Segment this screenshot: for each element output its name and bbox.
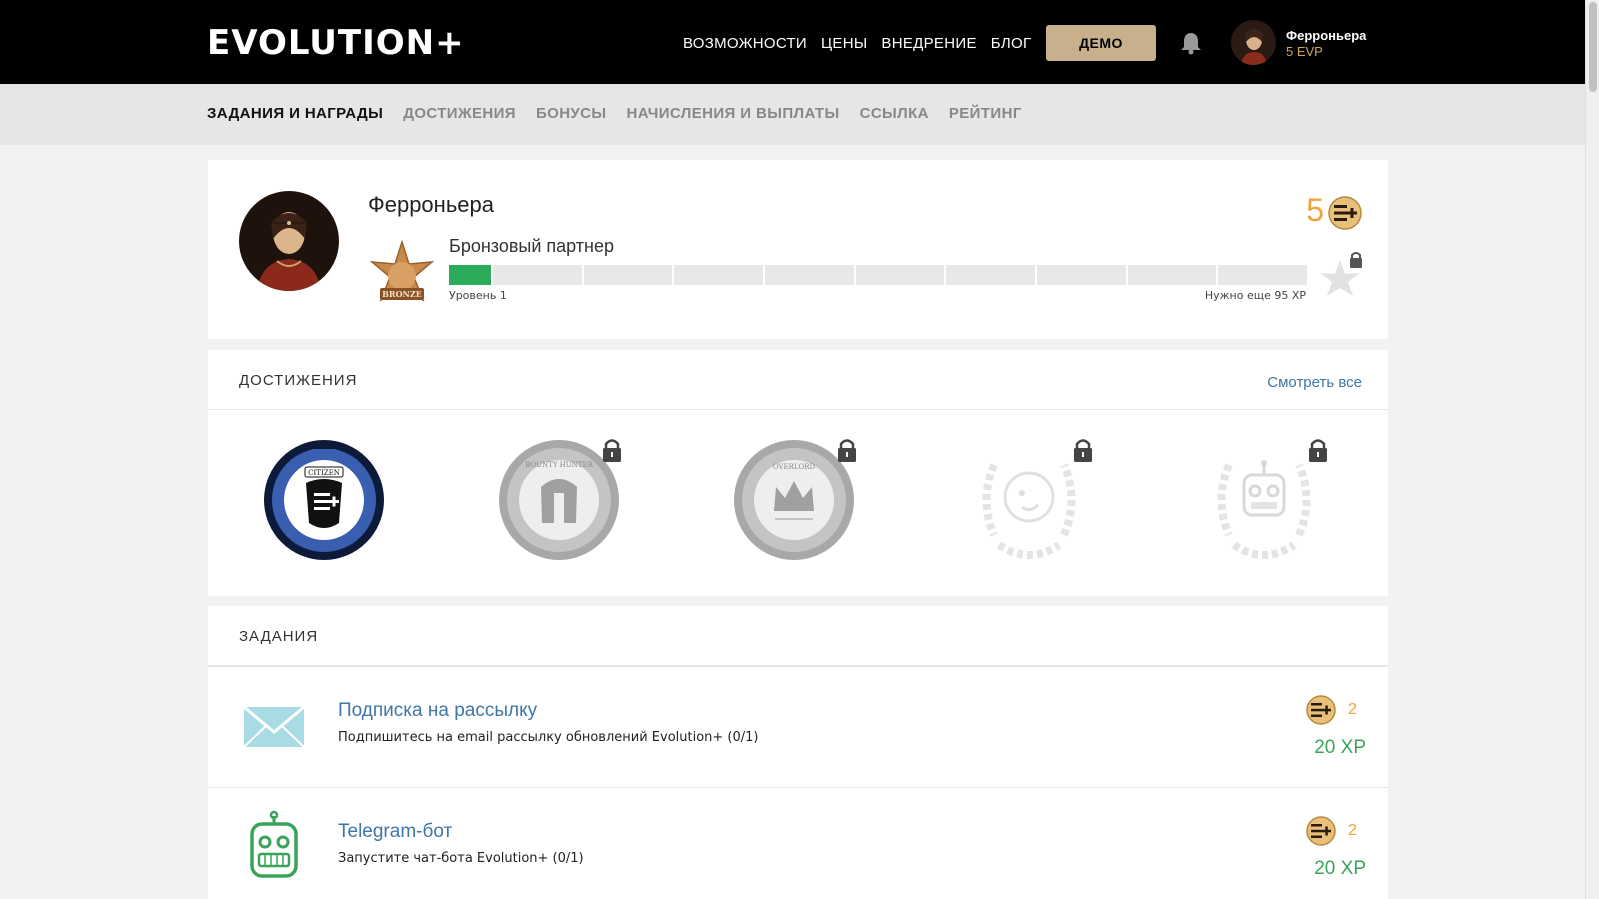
tab-tasks-rewards[interactable]: ЗАДАНИЯ И НАГРАДЫ — [207, 105, 383, 122]
scrollbar-thumb[interactable] — [1589, 2, 1597, 92]
user-balance: 5 EVP — [1286, 44, 1323, 59]
logo[interactable]: EVOLUTION+ — [207, 26, 465, 60]
xp-needed-label: Нужно еще 95 XP — [1204, 289, 1306, 302]
progress-fill — [449, 265, 491, 285]
achievements-title: ДОСТИЖЕНИЯ — [239, 372, 358, 389]
progress-segment — [946, 265, 1036, 285]
lock-icon — [1309, 439, 1327, 462]
demo-button[interactable]: ДЕМО — [1046, 25, 1156, 61]
page-scrollbar[interactable] — [1585, 0, 1599, 899]
task-description: Подпишитесь на email рассылку обновлений… — [338, 730, 759, 745]
rank-badge-label: BRONZE — [382, 289, 422, 299]
task-row: Telegram-бот Запустите чат-бота Evolutio… — [208, 787, 1388, 899]
tasks-card: ЗАДАНИЯ Подписка на рассылку Подпишитесь… — [208, 606, 1388, 899]
level-label: Уровень 1 — [449, 289, 507, 302]
evp-coin-icon — [1306, 816, 1336, 846]
bounty-hunter-label: BOUNTY HUNTER — [525, 461, 593, 469]
bell-icon[interactable] — [1180, 31, 1202, 55]
lock-icon — [838, 439, 856, 462]
profile-card: Ферроньера BRONZE Бронзовый партнер Уров… — [208, 160, 1388, 339]
bronze-rank-icon: BRONZE — [369, 240, 435, 302]
task-coin-reward: 2 — [1348, 822, 1357, 839]
evp-coin-icon — [1328, 196, 1362, 230]
task-title[interactable]: Подписка на рассылку — [338, 700, 537, 722]
profile-name: Ферроньера — [368, 192, 494, 217]
nav-features[interactable]: ВОЗМОЖНОСТИ — [683, 34, 807, 54]
citizen-badge-icon[interactable]: CITIZEN — [259, 435, 389, 565]
tab-accruals-payouts[interactable]: НАЧИСЛЕНИЯ И ВЫПЛАТЫ — [626, 105, 839, 122]
task-row: Подписка на рассылку Подпишитесь на emai… — [208, 666, 1388, 787]
robot-icon — [250, 810, 298, 878]
progress-segment — [583, 265, 673, 285]
nav-implementation[interactable]: ВНЕДРЕНИЕ — [881, 34, 976, 54]
progress-segment — [855, 265, 945, 285]
task-coin-reward: 2 — [1348, 701, 1357, 718]
user-name[interactable]: Ферроньера — [1286, 28, 1366, 43]
main-nav: ВОЗМОЖНОСТИ ЦЕНЫ ВНЕДРЕНИЕ БЛОГ — [683, 34, 1031, 54]
achievements-card: ДОСТИЖЕНИЯ Смотреть все CITIZEN BOUNTY H… — [208, 350, 1388, 596]
coin-balance: 5 — [1306, 192, 1324, 228]
tab-bonuses[interactable]: БОНУСЫ — [536, 105, 607, 122]
evp-coin-icon — [1306, 695, 1336, 725]
progress-segment — [1037, 265, 1126, 285]
tasks-title: ЗАДАНИЯ — [239, 628, 319, 645]
sub-nav: ЗАДАНИЯ И НАГРАДЫ ДОСТИЖЕНИЯ БОНУСЫ НАЧИ… — [0, 84, 1599, 145]
see-all-link[interactable]: Смотреть все — [1267, 374, 1362, 391]
progress-segment — [765, 265, 854, 285]
rank-title: Бронзовый партнер — [449, 236, 614, 256]
task-description: Запустите чат-бота Evolution+ (0/1) — [338, 851, 584, 866]
tab-link[interactable]: ССЫЛКА — [860, 105, 929, 122]
tab-achievements[interactable]: ДОСТИЖЕНИЯ — [403, 105, 516, 122]
tab-rating[interactable]: РЕЙТИНГ — [949, 105, 1022, 122]
progress-segment — [1127, 265, 1217, 285]
task-xp-reward: 20 XP — [1314, 737, 1366, 758]
xp-progress-bar — [449, 265, 1308, 285]
user-avatar[interactable] — [1231, 20, 1276, 65]
nav-prices[interactable]: ЦЕНЫ — [821, 34, 867, 54]
task-xp-reward: 20 XP — [1314, 858, 1366, 879]
locked-next-rank-icon — [1320, 252, 1362, 296]
profile-avatar — [239, 191, 339, 291]
progress-segment — [1218, 265, 1308, 285]
progress-segment — [674, 265, 764, 285]
top-header: EVOLUTION+ ВОЗМОЖНОСТИ ЦЕНЫ ВНЕДРЕНИЕ БЛ… — [0, 0, 1599, 84]
nav-blog[interactable]: БЛОГ — [991, 34, 1032, 54]
lock-icon — [603, 439, 621, 462]
overlord-label: OVERLORD — [773, 463, 816, 471]
lock-icon — [1074, 439, 1092, 462]
task-title[interactable]: Telegram-бот — [338, 821, 452, 843]
progress-segment — [493, 265, 582, 285]
envelope-icon — [243, 705, 305, 748]
citizen-label: CITIZEN — [308, 469, 340, 477]
